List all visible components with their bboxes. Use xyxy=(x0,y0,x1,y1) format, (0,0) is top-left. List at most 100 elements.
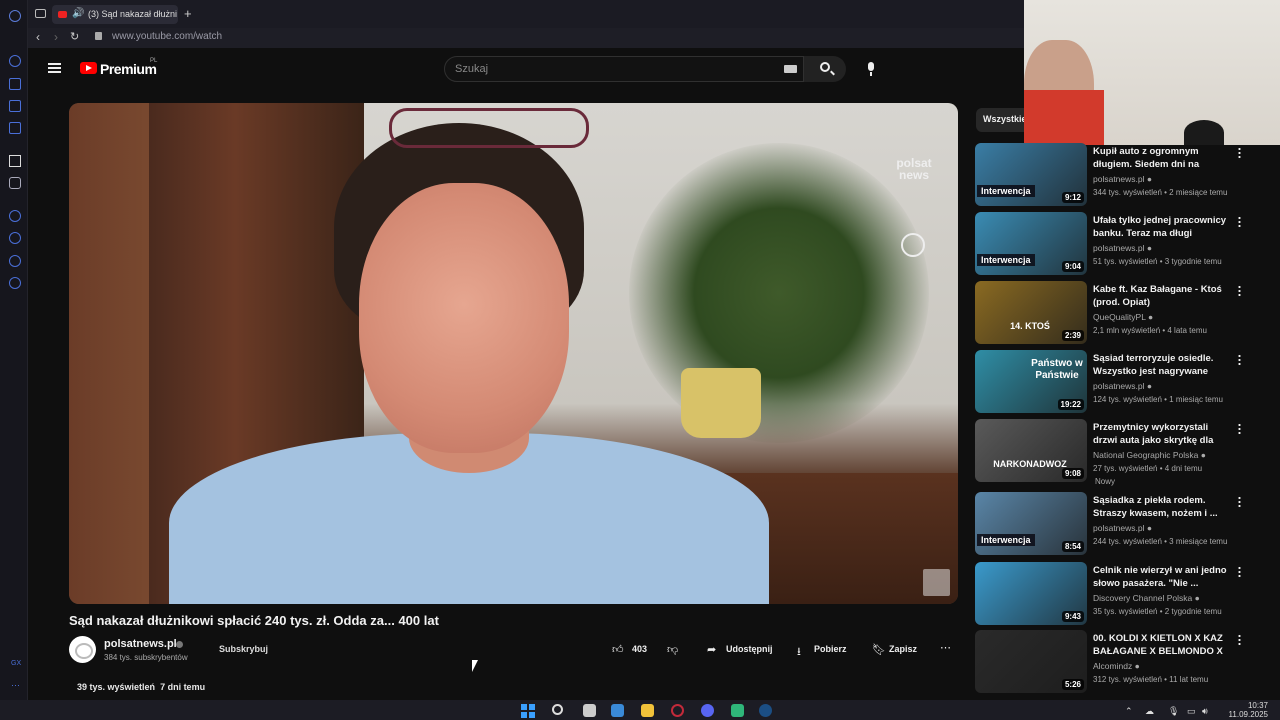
microphone-icon[interactable] xyxy=(868,62,874,76)
thumbnail[interactable]: 9:43 xyxy=(975,562,1087,625)
recommendation-item[interactable]: 9:43 Celnik nie wierzył w ani jedno słowo… xyxy=(975,562,1241,626)
recommendation-item[interactable]: NARKONADWOZ 9:08 Przemytnicy wykorzystali … xyxy=(975,419,1241,486)
sidebar-shop-icon[interactable] xyxy=(9,78,21,90)
recommendation-channel[interactable]: National Geographic Polska ● xyxy=(1093,450,1206,460)
recommendation-title[interactable]: Przemytnicy wykorzystali drzwi auta jako… xyxy=(1093,421,1227,447)
file-explorer-icon[interactable] xyxy=(641,704,654,717)
forward-arrow-icon[interactable]: › xyxy=(54,30,58,44)
more-options-icon[interactable] xyxy=(1238,566,1241,577)
subscribe-button[interactable]: Subskrybuj xyxy=(209,641,275,659)
recommendation-channel[interactable]: Discovery Channel Polska ● xyxy=(1093,593,1200,603)
speaker-icon[interactable]: 🔊 xyxy=(72,8,84,19)
recommendation-channel[interactable]: QueQualityPL ● xyxy=(1093,312,1153,322)
tray-mic-icon[interactable]: 🎙︎ xyxy=(1168,706,1179,717)
thumbnail[interactable]: Interwencja 8:54 xyxy=(975,492,1087,555)
download-icon[interactable]: ⭳ xyxy=(797,643,801,662)
share-icon[interactable]: ➦ xyxy=(707,643,716,656)
share-button[interactable]: Udostępnij xyxy=(726,644,773,654)
sidebar-more-icon[interactable]: ⋯ xyxy=(11,680,20,691)
sidebar-extensions-icon[interactable] xyxy=(9,255,21,267)
volume-icon[interactable]: 🔊︎ xyxy=(1202,706,1208,717)
recommendation-title[interactable]: Kabe ft. Kaz Bałagane - Ktoś (prod. Opia… xyxy=(1093,283,1227,309)
back-arrow-icon[interactable]: ‹ xyxy=(36,30,40,44)
recommendation-channel[interactable]: polsatnews.pl ● xyxy=(1093,243,1152,253)
tab-islands-icon[interactable] xyxy=(35,9,46,18)
channel-avatar[interactable] xyxy=(69,636,96,663)
opera-gx-icon[interactable] xyxy=(671,704,684,717)
search-icon[interactable] xyxy=(820,62,830,72)
discord-icon[interactable] xyxy=(9,177,21,189)
task-view-icon[interactable] xyxy=(583,704,596,717)
more-actions-icon[interactable]: ⋯ xyxy=(940,641,951,654)
taskbar-search-icon[interactable] xyxy=(552,704,563,715)
sidebar-chat-icon[interactable] xyxy=(9,100,21,112)
more-options-icon[interactable] xyxy=(1238,496,1241,507)
recommendation-channel[interactable]: polsatnews.pl ● xyxy=(1093,174,1152,184)
new-tab-icon[interactable]: + xyxy=(184,6,192,21)
history-icon[interactable] xyxy=(9,232,21,244)
menu-icon[interactable] xyxy=(48,63,61,73)
more-options-icon[interactable] xyxy=(1238,634,1241,645)
network-icon[interactable]: ▭ xyxy=(1187,706,1196,717)
like-icon[interactable]: 👍︎ xyxy=(612,643,624,656)
recommendation-item[interactable]: Interwencja 9:12 Kupił auto z ogromnym dłu… xyxy=(975,143,1241,207)
reload-icon[interactable]: ↻ xyxy=(70,30,79,43)
tab-active[interactable]: 🔊 (3) Sąd nakazał dłużni xyxy=(52,5,178,24)
app-taskbar-icon[interactable] xyxy=(731,704,744,717)
opera-logo-icon[interactable] xyxy=(9,10,21,22)
more-options-icon[interactable] xyxy=(1238,147,1241,158)
search-input[interactable]: Szukaj xyxy=(444,56,804,82)
thumbnail[interactable]: NARKONADWOZ 9:08 xyxy=(975,419,1087,482)
recommendation-item[interactable]: Interwencja 8:54 Sąsiadka z piekła rodem. … xyxy=(975,492,1241,556)
thumbnail[interactable]: Państwo w Państwie 19:22 xyxy=(975,350,1087,413)
recommendation-title[interactable]: Celnik nie wierzył w ani jedno słowo pas… xyxy=(1093,564,1227,590)
thumbnail[interactable]: Interwencja 9:04 xyxy=(975,212,1087,275)
save-icon[interactable]: 🔖︎ xyxy=(872,643,886,656)
widgets-icon[interactable] xyxy=(611,704,624,717)
recommendation-title[interactable]: Ufała tylko jednej pracownicy banku. Ter… xyxy=(1093,214,1227,240)
sidebar-mail-icon[interactable] xyxy=(9,122,21,134)
taskbar-clock[interactable]: 10:37 11.09.2025 xyxy=(1226,701,1268,719)
cloud-icon[interactable]: ☁ xyxy=(1145,706,1154,717)
recommendation-title[interactable]: Sąsiadka z piekła rodem. Straszy kwasem,… xyxy=(1093,494,1227,520)
youtube-logo-text[interactable]: Premium xyxy=(100,61,157,77)
sidebar-player-icon[interactable] xyxy=(9,210,21,222)
recommendation-title[interactable]: Sąsiad terroryzuje osiedle. Wszystko jes… xyxy=(1093,352,1227,378)
url-field[interactable]: www.youtube.com/watch xyxy=(112,31,222,42)
more-options-icon[interactable] xyxy=(1238,423,1241,434)
recommendation-item[interactable]: 14. KTOŚ 2:39 Kabe ft. Kaz Bałagane - Ktoś… xyxy=(975,281,1241,345)
recommendation-item[interactable]: Państwo w Państwie 19:22 Sąsiad terroryzuj… xyxy=(975,350,1241,414)
keyboard-icon[interactable] xyxy=(784,65,797,73)
recommendation-item[interactable]: 5:26 00. KOLDI X KIETLON X KAZ BAŁAGANE X… xyxy=(975,630,1241,694)
sidebar-refresh-icon[interactable] xyxy=(9,55,21,67)
thumbnail[interactable]: 5:26 xyxy=(975,630,1087,693)
discord-taskbar-icon[interactable] xyxy=(701,704,714,717)
youtube-logo-icon[interactable] xyxy=(80,62,97,74)
gx-corner-icon[interactable]: GX xyxy=(11,660,21,667)
thumbnail[interactable]: Interwencja 9:12 xyxy=(975,143,1087,206)
new-badge: Nowy xyxy=(1095,477,1116,486)
more-options-icon[interactable] xyxy=(1238,216,1241,227)
sidebar-app-icon[interactable] xyxy=(9,155,21,167)
recommendation-channel[interactable]: polsatnews.pl ● xyxy=(1093,381,1152,391)
recommendation-title[interactable]: Kupił auto z ogromnym długiem. Siedem dn… xyxy=(1093,145,1227,171)
recommendation-item[interactable]: Interwencja 9:04 Ufała tylko jednej pracow… xyxy=(975,212,1241,276)
more-options-icon[interactable] xyxy=(1238,354,1241,365)
more-options-icon[interactable] xyxy=(1238,285,1241,296)
download-button[interactable]: Pobierz xyxy=(814,644,847,654)
like-count[interactable]: 403 xyxy=(632,644,647,654)
settings-gear-icon[interactable] xyxy=(9,277,21,289)
recommendation-channel[interactable]: Alcomindz ● xyxy=(1093,661,1140,671)
video-overlay-button[interactable] xyxy=(923,569,950,596)
recommendation-channel[interactable]: polsatnews.pl ● xyxy=(1093,523,1152,533)
steam-icon[interactable] xyxy=(759,704,772,717)
windows-start-icon[interactable] xyxy=(521,704,535,718)
channel-name[interactable]: polsatnews.pl xyxy=(104,638,177,650)
tray-chevron-icon[interactable]: ⌃ xyxy=(1125,706,1133,717)
recommendation-title[interactable]: 00. KOLDI X KIETLON X KAZ BAŁAGANE X BEL… xyxy=(1093,632,1227,658)
thumbnail[interactable]: 14. KTOŚ 2:39 xyxy=(975,281,1087,344)
windows-taskbar xyxy=(0,700,1280,720)
save-button[interactable]: Zapisz xyxy=(889,644,917,654)
dislike-icon[interactable]: 👎︎ xyxy=(667,643,678,656)
video-player[interactable] xyxy=(69,103,958,604)
